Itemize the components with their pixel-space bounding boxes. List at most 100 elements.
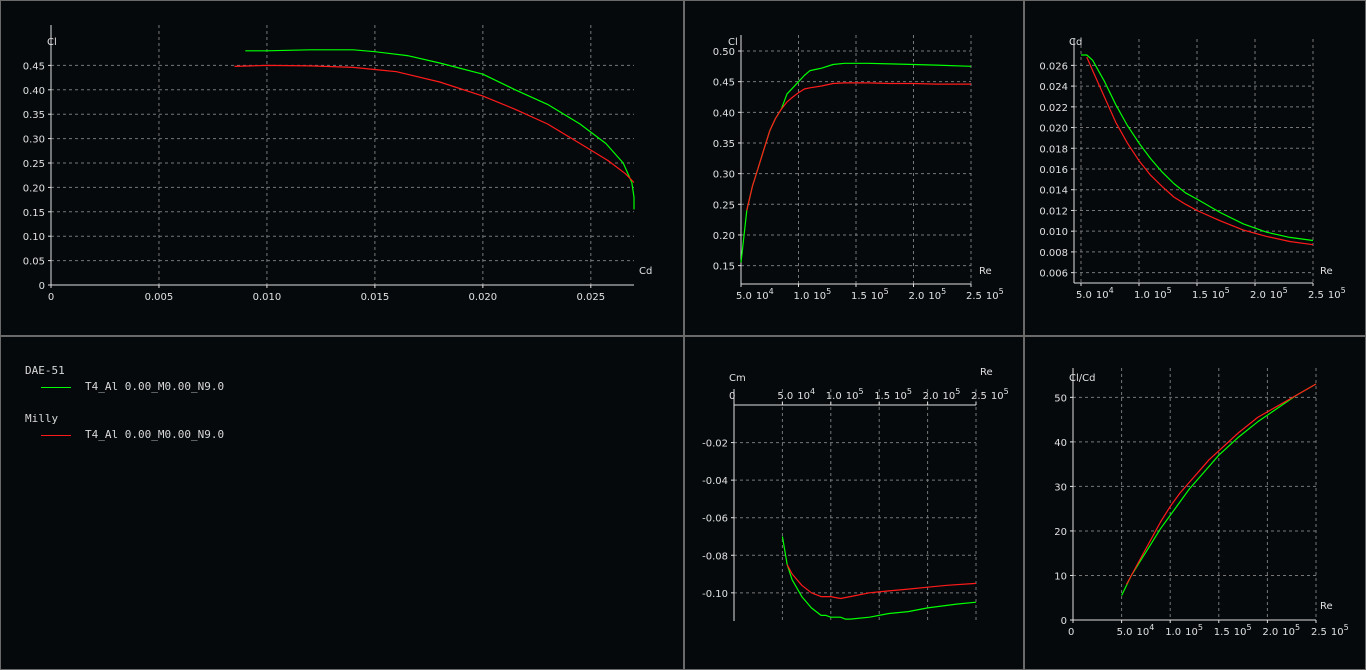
x-tick-label: 5.0 104 [1076,286,1114,301]
x-tick-label: 2.5 105 [971,387,1009,402]
y-axis-label: Cl [728,37,738,48]
y-tick-label: 0.30 [23,135,45,146]
y-tick-label: 20 [1054,527,1067,538]
y-tick-label: -0.06 [702,514,728,525]
series-line-dae-51 [245,49,635,210]
y-tick-label: 0.45 [713,78,735,89]
series-line-milly [1086,56,1314,246]
y-tick-label: 0.006 [1039,269,1068,280]
cl-vs-cd-chart: 0 0.05 0.10 0.15 0.20 0.25 0.30 0.35 0.40 0.45 0 0.… [23,25,652,303]
y-tick-label: 0.018 [1039,144,1068,155]
legend: DAE-51 T4_Al 0.00_M0.00_N9.0 Milly T4_Al… [25,363,224,459]
y-tick-label: 0.40 [713,108,735,119]
y-tick-label: 0 [1061,616,1067,627]
x-tick-label: 1.5 105 [1192,286,1230,301]
legend-swatch-dae51 [41,387,71,388]
series-line-milly [746,82,971,211]
y-tick-label: 0.20 [713,231,735,242]
y-tick-label: 0.25 [23,159,45,170]
legend-swatch-milly [41,435,71,436]
x-tick-label: 2.5 105 [1308,286,1346,301]
y-tick-label: 0.35 [23,110,45,121]
y-tick-label: 0.022 [1039,103,1068,114]
y-tick-label: 30 [1054,482,1067,493]
legend-polar-label: T4_Al 0.00_M0.00_N9.0 [85,428,225,441]
y-tick-label: 10 [1054,571,1067,582]
x-tick-label: 2.0 105 [909,287,947,302]
x-tick-label: 5.0 104 [777,387,815,402]
x-tick-label: 1.5 105 [851,287,889,302]
series-line-milly [234,64,635,183]
cl-vs-re-panel: 0.15 0.20 0.25 0.30 0.35 0.40 0.45 0.50 5.0 104 1.… [684,0,1024,336]
x-tick-label: 0.015 [361,292,390,303]
cm-vs-re-chart: -0.02 -0.04 -0.06 -0.08 -0.10 0 5.0 104 1.0 105 1.… [702,367,1009,621]
y-axis-label: Cl/Cd [1069,373,1095,384]
x-axis-label: Re [1320,601,1333,612]
series-line-milly [786,564,977,600]
y-tick-label: 0 [39,281,45,292]
x-axis-label: Cd [639,266,652,277]
x-tick-label: 0.010 [253,292,282,303]
y-tick-label: 0.10 [23,232,45,243]
legend-airfoil-dae51: DAE-51 [25,364,65,377]
x-tick-label: 0.025 [576,292,605,303]
y-tick-label: 0.40 [23,86,45,97]
cd-vs-re-chart: 0.006 0.008 0.010 0.012 0.014 0.016 0.018 0.020… [1039,37,1346,301]
x-tick-label: 0 [48,292,54,303]
y-tick-label: 0.026 [1039,61,1068,72]
y-tick-label: 0.016 [1039,165,1068,176]
y-axis-label: Cl [47,37,57,48]
x-axis-label: Re [980,367,993,378]
x-tick-label: 1.0 105 [1165,623,1203,638]
y-tick-label: 0.010 [1039,227,1068,238]
y-tick-label: 0.15 [23,208,45,219]
y-tick-label: 0.020 [1039,124,1068,135]
clcd-vs-re-panel: 0 10 20 30 40 50 0 5.0 104 1.0 105 1.5 105 2.0 105 2.5 1… [1024,336,1366,670]
cl-vs-re-chart: 0.15 0.20 0.25 0.30 0.35 0.40 0.45 0.50 5.0 104 1.… [713,35,1004,302]
x-tick-label: 0 [729,391,735,402]
x-tick-label: 2.0 105 [1262,623,1300,638]
y-tick-label: 0.50 [713,47,735,58]
legend-entry-dae51: T4_Al 0.00_M0.00_N9.0 [25,379,224,395]
y-tick-label: 0.014 [1039,186,1068,197]
y-tick-label: -0.04 [702,476,728,487]
x-tick-label: 1.5 105 [1214,623,1252,638]
x-axis-label: Re [1320,266,1333,277]
y-tick-label: 0.20 [23,183,45,194]
cm-vs-re-panel: -0.02 -0.04 -0.06 -0.08 -0.10 0 5.0 104 1.0 105 1.… [684,336,1024,670]
clcd-vs-re-chart: 0 10 20 30 40 50 0 5.0 104 1.0 105 1.5 105 2.0 105 2.5 1… [1054,368,1349,638]
x-tick-label: 2.0 105 [1250,286,1288,301]
legend-airfoil-milly: Milly [25,412,59,425]
legend-entry-milly: T4_Al 0.00_M0.00_N9.0 [25,427,224,443]
y-tick-label: -0.02 [702,439,728,450]
y-tick-label: 0.024 [1039,82,1068,93]
x-tick-label: 0.005 [145,292,174,303]
x-tick-label: 1.0 105 [1134,286,1172,301]
series-line-milly [1125,383,1317,585]
y-tick-label: 0.45 [23,61,45,72]
y-tick-label: 0.012 [1039,206,1068,217]
y-axis-label: Cm [729,373,746,384]
x-tick-label: 5.0 104 [736,287,774,302]
x-tick-label: 2.5 105 [966,287,1004,302]
y-axis-label: Cd [1069,37,1082,48]
x-tick-label: 1.0 105 [826,387,864,402]
cl-vs-cd-panel: 0 0.05 0.10 0.15 0.20 0.25 0.30 0.35 0.40 0.45 0 0.… [0,0,684,336]
y-tick-label: 0.05 [23,257,45,268]
x-tick-label: 2.5 105 [1311,623,1349,638]
y-tick-label: 0.008 [1039,248,1068,259]
y-tick-label: 0.15 [713,262,735,273]
x-tick-label: 5.0 104 [1117,623,1155,638]
legend-panel: DAE-51 T4_Al 0.00_M0.00_N9.0 Milly T4_Al… [0,336,684,670]
y-tick-label: 0.30 [713,170,735,181]
y-tick-label: -0.08 [702,551,728,562]
y-tick-label: 50 [1054,393,1067,404]
x-tick-label: 2.0 105 [923,387,961,402]
x-tick-label: 1.0 105 [794,287,832,302]
y-tick-label: 0.25 [713,200,735,211]
cd-vs-re-panel: 0.006 0.008 0.010 0.012 0.014 0.016 0.018 0.020… [1024,0,1366,336]
y-tick-label: 40 [1054,438,1067,449]
legend-polar-label: T4_Al 0.00_M0.00_N9.0 [85,380,225,393]
x-axis-label: Re [979,266,992,277]
x-tick-label: 0 [1068,627,1074,638]
